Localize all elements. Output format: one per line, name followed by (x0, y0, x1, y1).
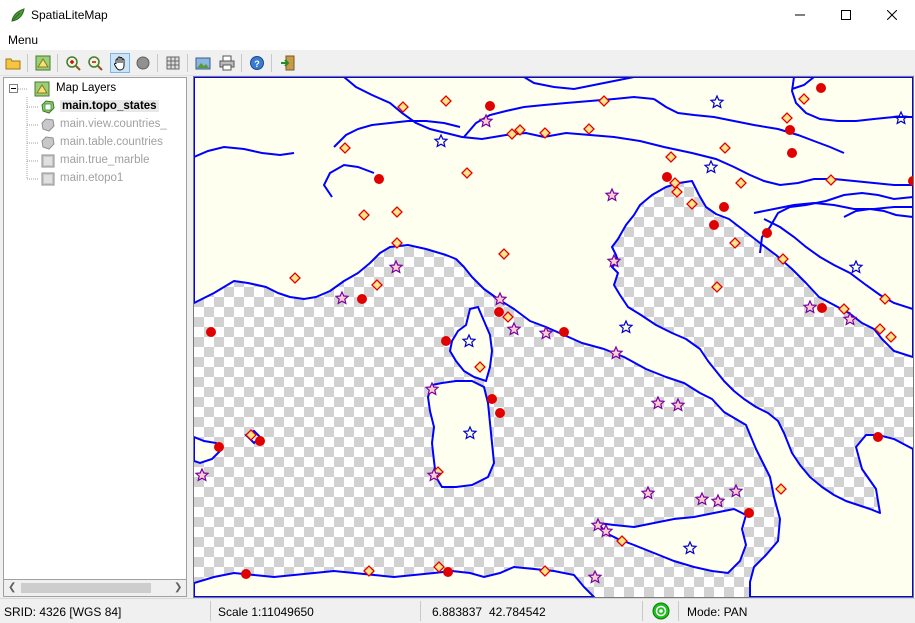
toolbar-separator (27, 54, 28, 72)
toolbar: ? (0, 50, 915, 76)
identify-button[interactable] (133, 53, 153, 73)
zoom-out-icon (88, 56, 103, 71)
open-icon (5, 58, 21, 70)
status-separator (642, 601, 643, 621)
vector-layer-icon (41, 100, 55, 114)
latitude-label: 42.784542 (489, 605, 546, 619)
vector-layer-disabled-icon (41, 118, 55, 132)
layer-label: main.topo_states (60, 100, 159, 112)
layer-label: main.table.countries (60, 136, 163, 148)
tree-horizontal-scrollbar[interactable]: ❮ ❯ (3, 580, 187, 597)
toolbar-separator (271, 54, 272, 72)
exit-button[interactable] (278, 53, 298, 73)
maximize-icon (841, 10, 851, 20)
identify-icon (136, 56, 150, 70)
toolbar-separator (57, 54, 58, 72)
open-button[interactable] (3, 53, 23, 73)
map-layers-icon (34, 81, 50, 97)
vector-layer-disabled-icon (41, 136, 55, 150)
image-icon (195, 57, 211, 70)
window-title: SpatiaLiteMap (31, 8, 108, 22)
longitude-label: 6.883837 (432, 605, 483, 619)
pan-button[interactable] (110, 53, 130, 73)
app-icon (11, 8, 25, 22)
pan-hand-icon (114, 56, 125, 71)
collapse-toggle-icon[interactable] (9, 84, 18, 93)
mode-label: Mode: PAN (687, 605, 748, 619)
scroll-thumb[interactable] (21, 583, 151, 593)
layer-label: main.view.countries_ (60, 118, 167, 130)
close-button[interactable] (869, 0, 915, 30)
grid-icon (166, 56, 180, 70)
status-bar: SRID: 4326 [WGS 84] Scale 1:11049650 6.8… (0, 598, 915, 623)
tree-root-label: Map Layers (56, 82, 117, 94)
layer-tree-panel: Map Layers main.topo_states main.view.co… (0, 76, 190, 598)
close-icon (887, 10, 897, 20)
layer-tree[interactable]: Map Layers main.topo_states main.view.co… (3, 77, 187, 580)
maximize-button[interactable] (823, 0, 869, 30)
map-canvas[interactable] (193, 76, 914, 598)
layer-label: main.etopo1 (60, 172, 124, 184)
image-button[interactable] (193, 53, 213, 73)
minimize-icon (795, 14, 805, 16)
toolbar-separator (157, 54, 158, 72)
status-separator (210, 601, 211, 621)
scale-label: Scale 1:11049650 (218, 605, 314, 619)
info-icon: ? (250, 56, 264, 70)
title-bar: SpatiaLiteMap (0, 0, 915, 30)
layers-button[interactable] (33, 53, 53, 73)
scroll-right-icon[interactable]: ❯ (174, 582, 182, 593)
layers-icon (35, 55, 51, 71)
raster-layer-disabled-icon (41, 172, 55, 186)
print-icon (219, 55, 235, 71)
status-indicator-icon (652, 602, 670, 620)
scroll-left-icon[interactable]: ❮ (8, 582, 16, 593)
grid-button[interactable] (163, 53, 183, 73)
zoom-in-button[interactable] (63, 53, 83, 73)
info-button[interactable]: ? (247, 53, 267, 73)
status-separator (678, 601, 679, 621)
menu-item[interactable]: Menu (8, 33, 38, 47)
toolbar-separator (187, 54, 188, 72)
zoom-in-icon (66, 56, 81, 71)
zoom-out-button[interactable] (85, 53, 105, 73)
exit-icon (281, 55, 295, 71)
status-separator (420, 601, 421, 621)
raster-layer-disabled-icon (41, 154, 55, 168)
toolbar-separator (241, 54, 242, 72)
layer-label: main.true_marble (60, 154, 150, 166)
minimize-button[interactable] (777, 0, 823, 30)
srid-label: SRID: 4326 [WGS 84] (4, 605, 122, 619)
svg-text:?: ? (254, 59, 260, 69)
print-button[interactable] (217, 53, 237, 73)
map-drawing[interactable] (194, 77, 913, 597)
menu-bar: Menu (0, 30, 915, 50)
